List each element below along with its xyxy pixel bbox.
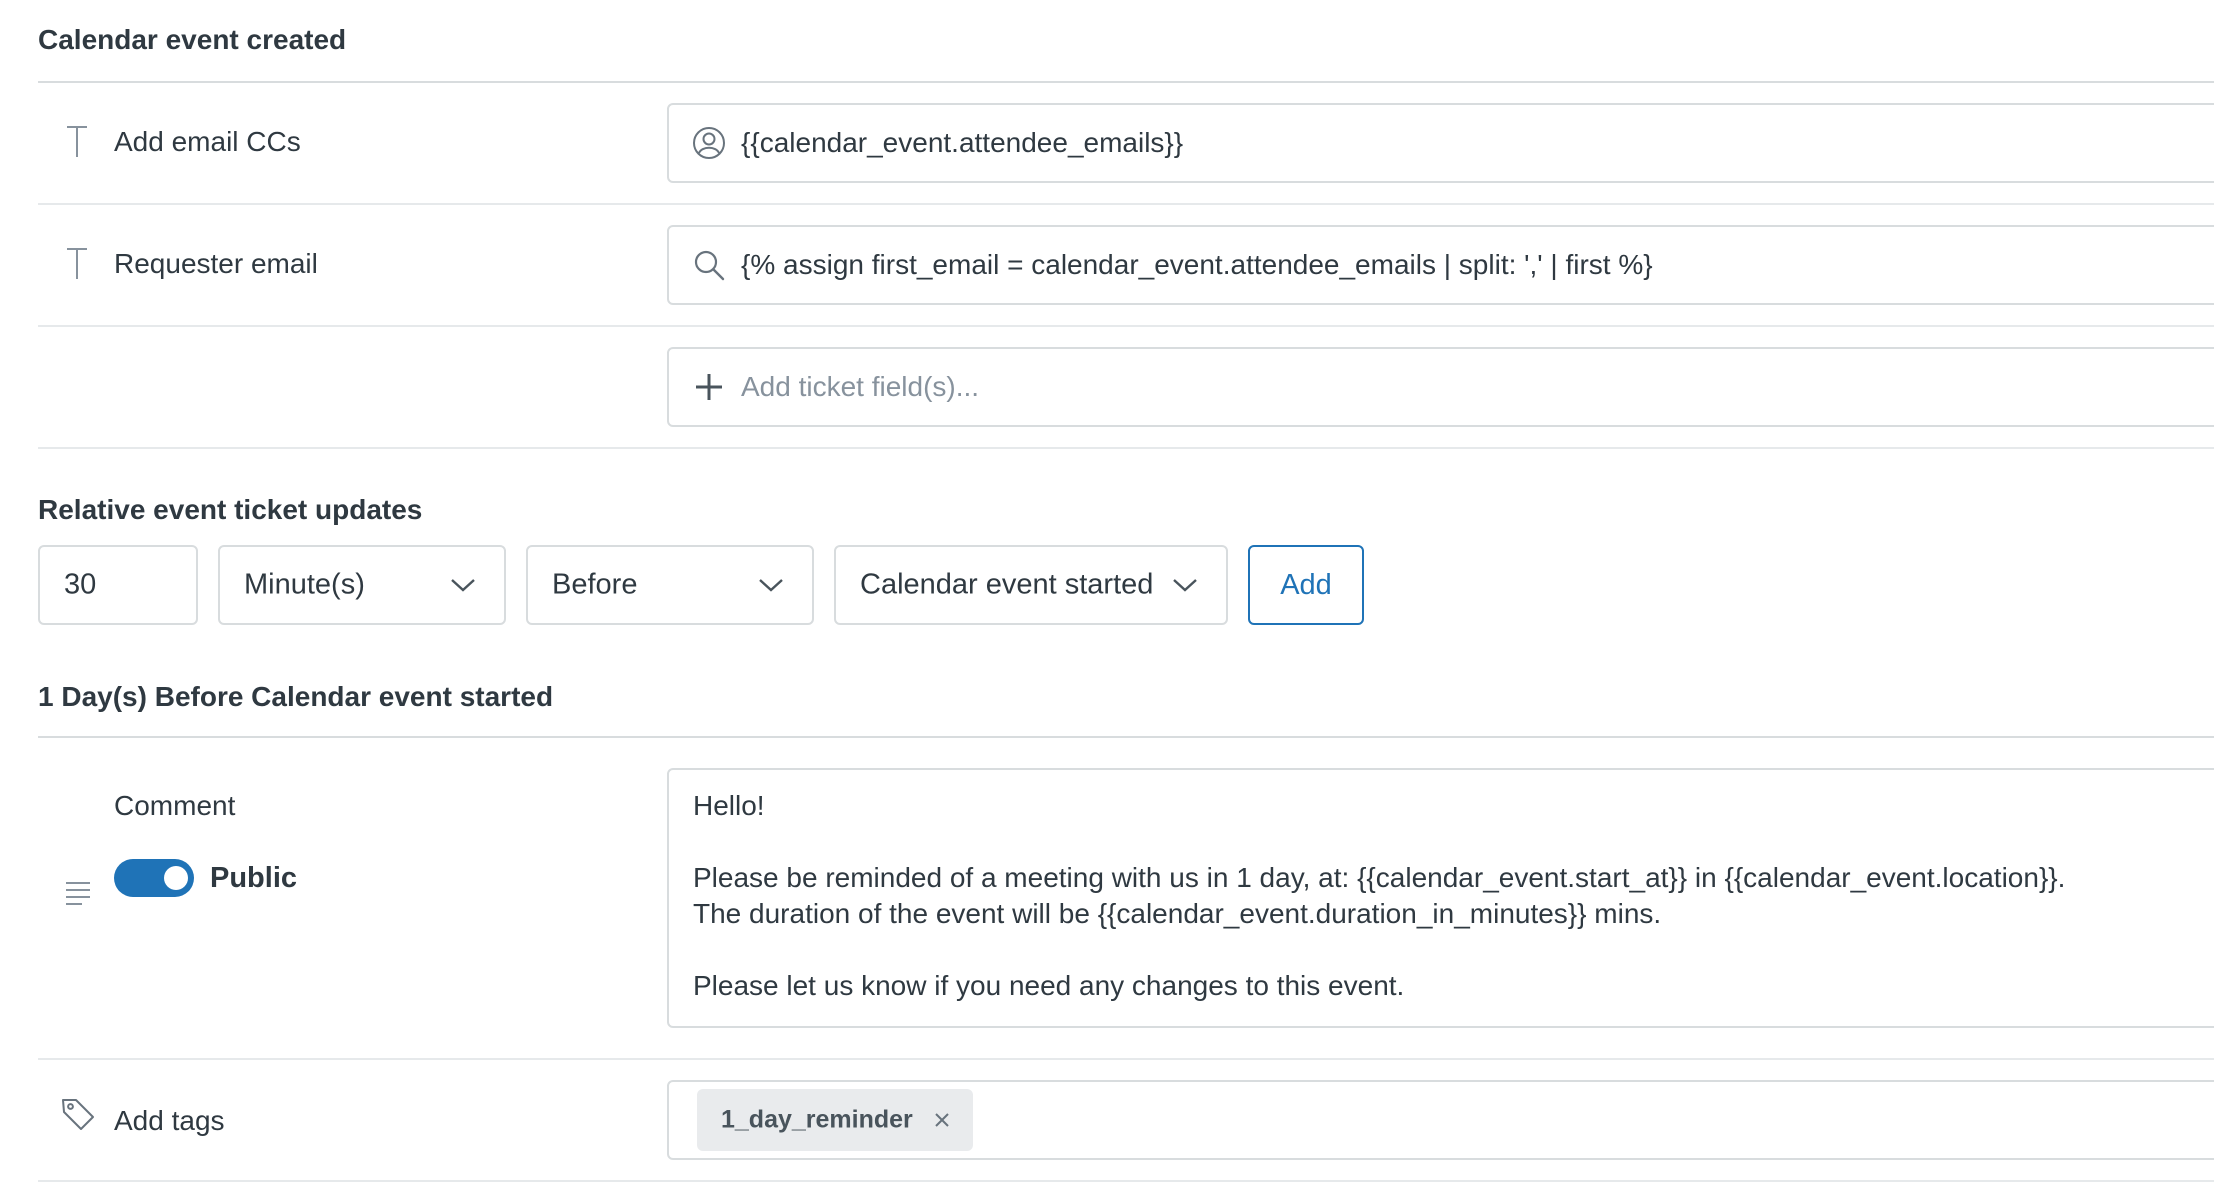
section-divider <box>38 447 2214 449</box>
offset-amount-value: 30 <box>64 568 97 601</box>
chevron-down-icon <box>759 579 783 592</box>
unit-select[interactable]: Minute(s) <box>218 545 506 625</box>
event-select-value: Calendar event started <box>860 568 1154 601</box>
email-ccs-value: {{calendar_event.attendee_emails}} <box>741 127 1184 158</box>
plus-icon <box>691 369 727 405</box>
add-ticket-field-input[interactable]: Add ticket field(s)... <box>667 347 2214 427</box>
row-divider <box>38 1058 2214 1060</box>
email-ccs-field[interactable]: {{calendar_event.attendee_emails}} <box>667 103 2214 183</box>
comment-line: Hello! <box>693 790 765 821</box>
offset-amount-input[interactable]: 30 <box>38 545 198 625</box>
tags-field[interactable]: 1_day_reminder <box>667 1080 2214 1160</box>
row-label-add-tags: Add tags <box>114 1105 225 1136</box>
search-icon <box>691 247 727 283</box>
toggle-knob <box>164 866 188 890</box>
comment-textarea[interactable]: Hello! Please be reminded of a meeting w… <box>667 768 2214 1028</box>
text-field-icon <box>64 124 90 160</box>
chevron-down-icon <box>451 579 475 592</box>
tag-chip: 1_day_reminder <box>697 1089 973 1151</box>
section-title-calendar-event-created: Calendar event created <box>38 24 347 55</box>
section-title-relative-updates: Relative event ticket updates <box>38 494 423 525</box>
user-circle-icon <box>691 125 727 161</box>
add-ticket-field-placeholder: Add ticket field(s)... <box>741 371 980 402</box>
direction-select-value: Before <box>552 568 638 601</box>
chevron-down-icon <box>1173 579 1197 592</box>
tag-chip-label: 1_day_reminder <box>721 1105 913 1134</box>
comment-line: Please be reminded of a meeting with us … <box>693 862 2066 893</box>
trigger-editor-page: Calendar event created Add email CCs {{c… <box>0 0 2214 1190</box>
row-label-requester-email: Requester email <box>114 248 318 279</box>
unit-select-value: Minute(s) <box>244 568 365 601</box>
comment-label: Comment <box>114 790 236 821</box>
comment-line <box>693 932 2201 968</box>
row-divider <box>38 203 2214 205</box>
row-divider <box>38 1180 2214 1182</box>
direction-select[interactable]: Before <box>526 545 814 625</box>
row-label-add-email-ccs: Add email CCs <box>114 126 301 157</box>
comment-line: Please let us know if you need any chang… <box>693 970 1405 1001</box>
section-divider <box>38 736 2214 738</box>
comment-line: The duration of the event will be {{cale… <box>693 898 1662 929</box>
requester-email-value: {% assign first_email = calendar_event.a… <box>741 249 1653 280</box>
row-divider <box>38 325 2214 327</box>
event-select[interactable]: Calendar event started <box>834 545 1228 625</box>
add-relative-update-button[interactable]: Add <box>1248 545 1364 625</box>
public-label: Public <box>210 862 298 894</box>
comment-lines-icon <box>64 879 92 907</box>
public-toggle[interactable] <box>114 859 194 897</box>
tag-icon <box>60 1096 96 1132</box>
section-title-one-day-before: 1 Day(s) Before Calendar event started <box>38 681 554 712</box>
text-field-icon <box>64 246 90 282</box>
close-icon[interactable] <box>933 1111 951 1129</box>
section-divider <box>38 81 2214 83</box>
requester-email-field[interactable]: {% assign first_email = calendar_event.a… <box>667 225 2214 305</box>
comment-line <box>693 824 2201 860</box>
